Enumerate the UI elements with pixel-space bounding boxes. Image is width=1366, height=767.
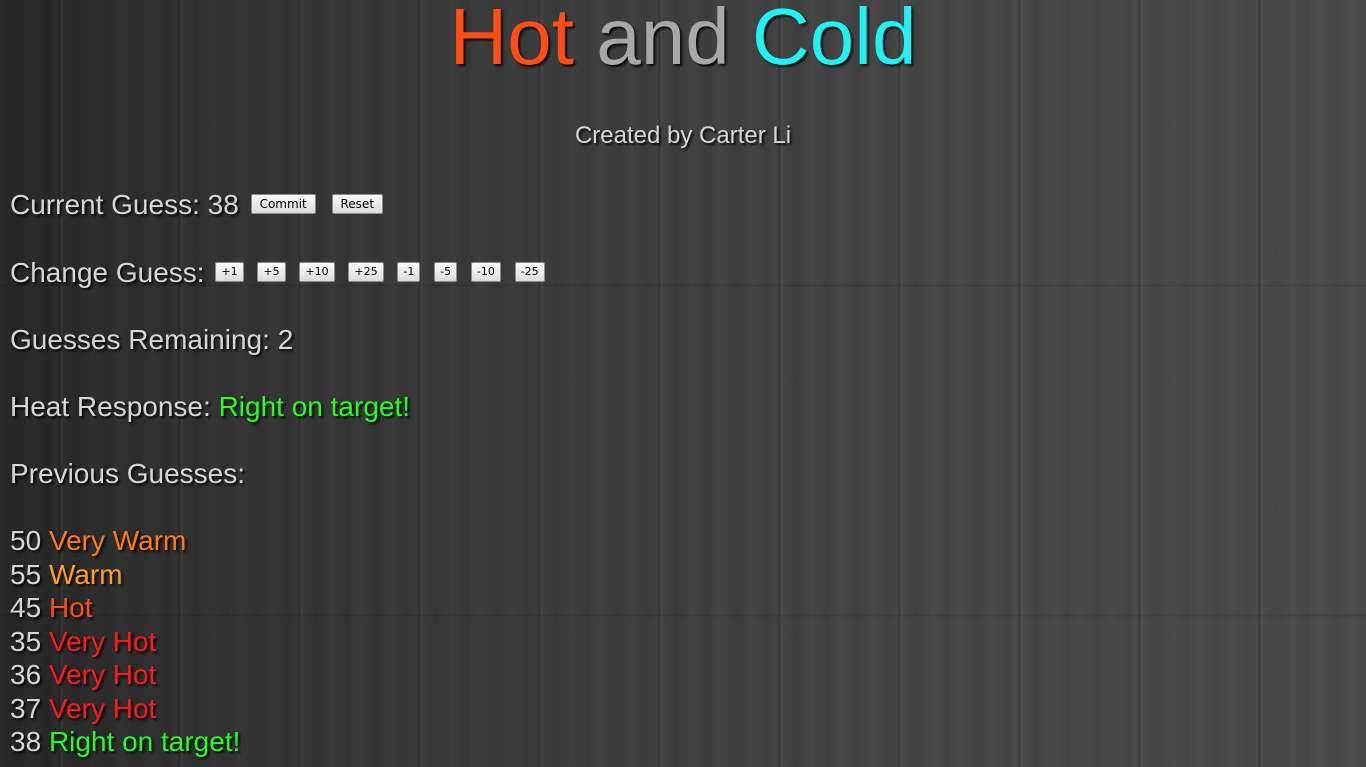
heat-response-label: Heat Response: <box>10 391 211 422</box>
list-item: 36 Very Hot <box>10 658 240 692</box>
change-guess-label: Change Guess: <box>10 257 205 288</box>
title-hot: Hot <box>449 0 575 81</box>
list-item: 55 Warm <box>10 558 240 592</box>
list-item: 37 Very Hot <box>10 692 240 726</box>
previous-guess-value: 38 <box>10 726 42 757</box>
previous-guess-response: Hot <box>48 592 93 623</box>
page-title: Hot and Cold <box>0 0 1366 82</box>
change-plus-1-button[interactable]: +1 <box>215 261 244 282</box>
previous-guess-response: Very Hot <box>48 659 157 690</box>
change-plus-25-button[interactable]: +25 <box>348 261 384 282</box>
list-item: 45 Hot <box>10 591 240 625</box>
previous-guess-value: 36 <box>10 659 42 690</box>
previous-guess-response: Very Warm <box>48 525 187 556</box>
current-guess-value: 38 <box>207 189 239 220</box>
previous-guess-response: Warm <box>48 558 123 590</box>
previous-guesses-heading: Previous Guesses: <box>10 458 245 489</box>
change-minus-25-button[interactable]: -25 <box>514 261 545 282</box>
change-minus-10-button[interactable]: -10 <box>470 261 501 282</box>
previous-guess-value: 50 <box>10 525 42 556</box>
change-minus-5-button[interactable]: -5 <box>434 261 458 282</box>
guesses-remaining-value: 2 <box>277 324 294 355</box>
reset-button[interactable]: Reset <box>331 193 384 214</box>
commit-button[interactable]: Commit <box>250 193 316 214</box>
heat-response-value: Right on target! <box>218 391 411 422</box>
title-cold: Cold <box>751 0 917 81</box>
previous-guess-value: 45 <box>10 592 42 623</box>
change-minus-1-button[interactable]: -1 <box>397 261 421 282</box>
title-and: and <box>596 0 730 81</box>
previous-guess-response: Very Hot <box>48 692 157 724</box>
current-guess-row: Current Guess: 38 Commit Reset <box>10 188 387 222</box>
list-item: 38 Right on target! <box>10 725 240 759</box>
previous-guess-value: 37 <box>10 692 42 724</box>
previous-guess-value: 35 <box>10 625 42 657</box>
previous-guesses-list: 50 Very Warm 55 Warm 45 Hot 35 Very Hot … <box>10 524 240 759</box>
change-plus-10-button[interactable]: +10 <box>299 261 335 282</box>
list-item: 35 Very Hot <box>10 625 240 659</box>
list-item: 50 Very Warm <box>10 524 240 558</box>
previous-guess-value: 55 <box>10 558 42 590</box>
guesses-remaining-label: Guesses Remaining: <box>10 324 270 355</box>
current-guess-label: Current Guess: <box>10 189 200 220</box>
change-guess-row: Change Guess: +1 +5 +10 +25 -1 -5 -10 -2… <box>10 256 548 290</box>
previous-guess-response: Very Hot <box>48 625 157 657</box>
guesses-remaining-row: Guesses Remaining: 2 <box>10 323 293 357</box>
change-plus-5-button[interactable]: +5 <box>257 261 286 282</box>
previous-guess-response: Right on target! <box>48 726 241 757</box>
heat-response-row: Heat Response: Right on target! <box>10 390 410 424</box>
subtitle: Created by Carter Li <box>574 122 792 149</box>
